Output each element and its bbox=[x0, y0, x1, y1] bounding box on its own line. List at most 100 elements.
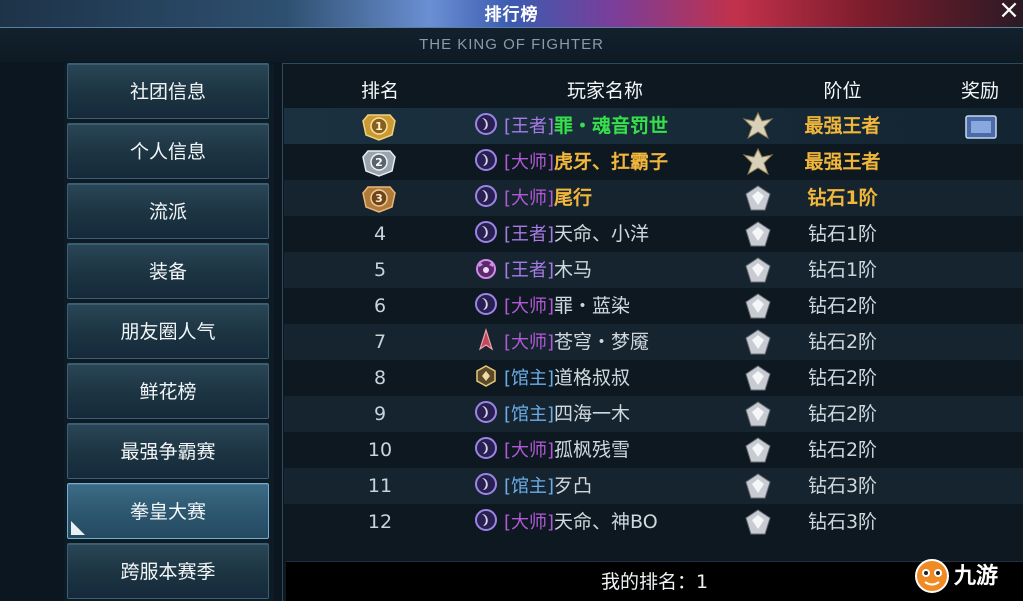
table-row[interactable]: 11 [馆主]歹凸 钻石3阶 bbox=[284, 468, 1023, 504]
player-title-tag: [王者] bbox=[504, 224, 555, 245]
sidebar-item-kof-tournament[interactable]: 拳皇大赛 bbox=[67, 483, 269, 539]
player-name-text: 罪・魂音罚世 bbox=[554, 115, 669, 137]
sidebar-item-personal-info[interactable]: 个人信息 bbox=[67, 123, 269, 179]
king-tier-icon bbox=[742, 147, 774, 176]
sidebar-item-label: 个人信息 bbox=[129, 141, 206, 163]
cat-avatar-icon bbox=[476, 259, 496, 279]
rank-number: 12 bbox=[367, 511, 393, 533]
sidebar-item-friends-popularity[interactable]: 朋友圈人气 bbox=[67, 303, 269, 359]
king-tier-icon bbox=[742, 111, 774, 140]
rank-number: 10 bbox=[367, 439, 393, 461]
player-tier: 钻石2阶 bbox=[807, 403, 878, 425]
player-name: [大师]虎牙、扛霸子 bbox=[504, 144, 668, 181]
table-row[interactable]: 5 [王者]木马 钻石1阶 bbox=[284, 252, 1023, 288]
table-row[interactable]: 7 [大师]苍穹・梦魇 钻石2阶 bbox=[284, 324, 1023, 360]
player-tier: 最强王者 bbox=[804, 151, 881, 173]
player-name: [王者]木马 bbox=[504, 252, 592, 289]
title-bar: 排行榜 × bbox=[0, 0, 1023, 28]
diamond-tier-icon bbox=[745, 329, 771, 355]
sidebar-item-label: 装备 bbox=[148, 261, 187, 283]
sidebar-item-label: 鲜花榜 bbox=[139, 381, 197, 403]
sidebar-item-label: 朋友圈人气 bbox=[120, 321, 216, 343]
player-name-text: 罪・蓝染 bbox=[554, 295, 631, 317]
player-title-tag: [大师] bbox=[504, 332, 555, 353]
rank-number: 11 bbox=[367, 475, 393, 497]
player-tier: 钻石2阶 bbox=[807, 367, 878, 389]
close-icon[interactable]: × bbox=[995, 0, 1023, 24]
player-name: [馆主]道格叔叔 bbox=[504, 360, 630, 397]
sidebar-item-label: 社团信息 bbox=[129, 81, 206, 103]
silver-medal-icon: 2 bbox=[362, 150, 396, 177]
player-name-text: 尾行 bbox=[554, 187, 593, 209]
diamond-tier-icon bbox=[745, 365, 771, 391]
player-title-tag: [大师] bbox=[504, 296, 555, 317]
player-tier: 钻石1阶 bbox=[807, 259, 878, 281]
rank-number: 4 bbox=[373, 223, 387, 245]
hall-rank-emblem-icon bbox=[475, 473, 497, 495]
table-row[interactable]: 1 [王者]罪・魂音罚世 最强王者 bbox=[284, 108, 1023, 144]
watermark-logo: 九游 bbox=[912, 552, 1020, 596]
player-name: [王者]罪・魂音罚世 bbox=[504, 108, 668, 145]
column-header-player-name: 玩家名称 bbox=[566, 80, 643, 102]
gold-medal-icon: 1 bbox=[362, 114, 396, 141]
diamond-tier-icon bbox=[745, 185, 771, 211]
sidebar-item-strongest-contest[interactable]: 最强争霸赛 bbox=[67, 423, 269, 479]
player-tier: 钻石2阶 bbox=[807, 295, 878, 317]
watermark-text: 九游 bbox=[954, 564, 999, 589]
player-title-tag: [王者] bbox=[504, 116, 555, 137]
sidebar-item-equipment[interactable]: 装备 bbox=[67, 243, 269, 299]
sidebar-item-guild-info[interactable]: 社团信息 bbox=[67, 63, 269, 119]
player-name-text: 道格叔叔 bbox=[554, 367, 631, 389]
player-tier: 钻石1阶 bbox=[807, 187, 878, 209]
column-header-tier: 阶位 bbox=[823, 80, 862, 102]
bronze-medal-icon: 3 bbox=[362, 186, 396, 213]
player-title-tag: [大师] bbox=[504, 512, 555, 533]
player-name-text: 天命、小洋 bbox=[554, 223, 650, 245]
hall-rank-emblem-icon bbox=[475, 401, 497, 423]
player-title-tag: [馆主] bbox=[504, 404, 555, 425]
table-row[interactable]: 4 [王者]天命、小洋 钻石1阶 bbox=[284, 216, 1023, 252]
player-tier: 最强王者 bbox=[804, 115, 881, 137]
player-name-text: 天命、神BO bbox=[554, 511, 658, 533]
king-rank-emblem-icon bbox=[475, 113, 497, 135]
table-row[interactable]: 9 [馆主]四海一木 钻石2阶 bbox=[284, 396, 1023, 432]
table-row[interactable]: 10 [大师]孤枫残雪 钻石2阶 bbox=[284, 432, 1023, 468]
master-rank-emblem-icon bbox=[475, 509, 497, 531]
player-name: [大师]尾行 bbox=[504, 180, 592, 217]
player-name: [大师]罪・蓝染 bbox=[504, 288, 630, 325]
category-sidebar: 社团信息 个人信息 流派 装备 朋友圈人气 鲜花榜 最强争霸赛 拳皇大赛 跨服本… bbox=[64, 63, 274, 601]
diamond-tier-icon bbox=[745, 257, 771, 283]
game-subtitle: THE KING OF FIGHTER bbox=[419, 36, 604, 53]
player-tier: 钻石2阶 bbox=[807, 331, 878, 353]
player-name-text: 虎牙、扛霸子 bbox=[554, 151, 669, 173]
table-row[interactable]: 8 [馆主]道格叔叔 钻石2阶 bbox=[284, 360, 1023, 396]
player-title-tag: [大师] bbox=[504, 440, 555, 461]
orange-mascot-icon bbox=[915, 559, 949, 593]
sidebar-item-label: 最强争霸赛 bbox=[120, 441, 216, 463]
spike-emblem-icon bbox=[478, 328, 494, 351]
player-title-tag: [馆主] bbox=[504, 476, 555, 497]
player-name-text: 四海一木 bbox=[554, 403, 631, 425]
rank-number: 8 bbox=[373, 367, 387, 389]
column-header-reward: 奖励 bbox=[960, 80, 999, 102]
table-row[interactable]: 6 [大师]罪・蓝染 钻石2阶 bbox=[284, 288, 1023, 324]
reward-card-icon[interactable] bbox=[964, 113, 998, 141]
player-title-tag: [王者] bbox=[504, 260, 555, 281]
sidebar-item-label: 流派 bbox=[148, 201, 187, 223]
diamond-tier-icon bbox=[745, 509, 771, 535]
rank-number: 9 bbox=[373, 403, 387, 425]
diamond-tier-icon bbox=[745, 221, 771, 247]
table-row[interactable]: 3 [大师]尾行 钻石1阶 bbox=[284, 180, 1023, 216]
sidebar-item-label: 拳皇大赛 bbox=[129, 501, 206, 523]
hall-master-emblem-icon bbox=[476, 365, 496, 387]
player-name-text: 孤枫残雪 bbox=[554, 439, 631, 461]
table-row[interactable]: 2 [大师]虎牙、扛霸子 最强王者 bbox=[284, 144, 1023, 180]
diamond-tier-icon bbox=[745, 401, 771, 427]
table-row[interactable]: 12 [大师]天命、神BO 钻石3阶 bbox=[284, 504, 1023, 540]
player-name-text: 木马 bbox=[554, 259, 593, 281]
player-name: [大师]苍穹・梦魇 bbox=[504, 324, 649, 361]
sidebar-item-school[interactable]: 流派 bbox=[67, 183, 269, 239]
selected-corner-icon bbox=[71, 521, 85, 535]
sidebar-item-flowers[interactable]: 鲜花榜 bbox=[67, 363, 269, 419]
sidebar-item-cross-server-season[interactable]: 跨服本赛季 bbox=[67, 543, 269, 599]
